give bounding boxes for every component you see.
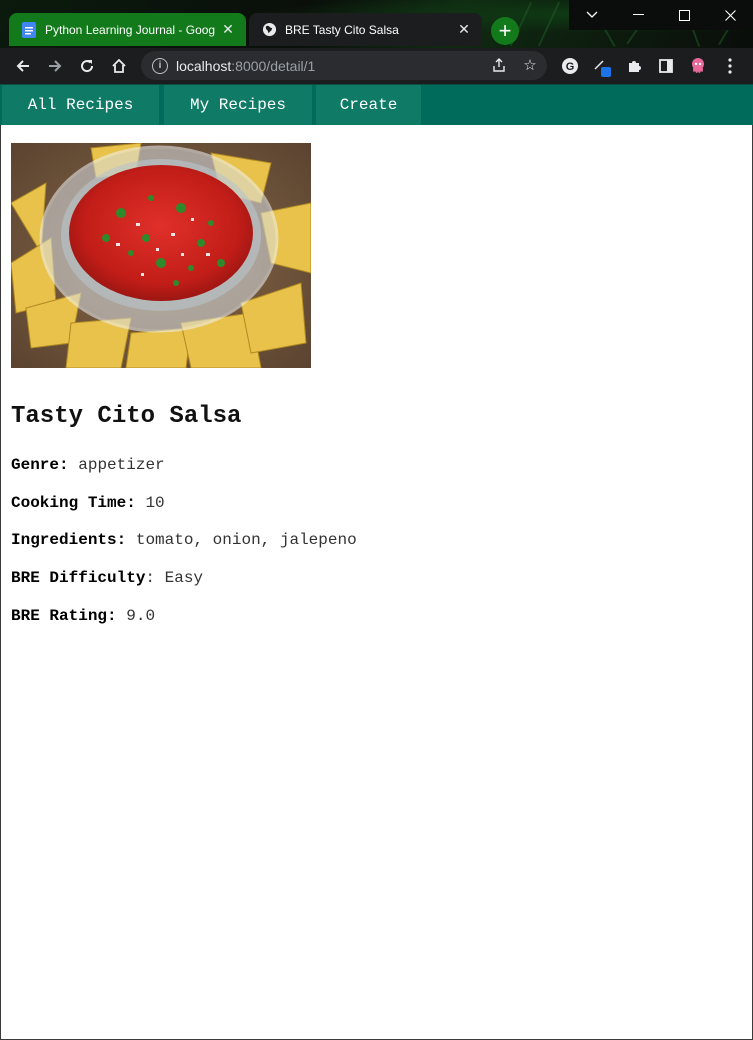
bookmark-star-icon[interactable]: ☆	[521, 57, 539, 75]
close-window-button[interactable]	[707, 0, 753, 30]
field-label: Ingredients	[11, 531, 117, 549]
field-value: tomato, onion, jalepeno	[135, 531, 357, 549]
share-icon[interactable]	[490, 57, 508, 75]
extensions-puzzle-icon[interactable]	[621, 53, 647, 79]
minimize-button[interactable]	[615, 0, 661, 30]
side-panel-icon[interactable]	[653, 53, 679, 79]
maximize-button[interactable]	[661, 0, 707, 30]
svg-text:G: G	[566, 61, 575, 73]
reload-icon[interactable]	[74, 53, 100, 79]
recipe-difficulty: BRE Difficulty: Easy	[11, 569, 204, 587]
recipe-genre: Genre: appetizer	[11, 456, 165, 474]
new-tab-button[interactable]: +	[491, 17, 519, 45]
forward-arrow-icon[interactable]	[42, 53, 68, 79]
nav-my-recipes[interactable]: My Recipes	[164, 85, 312, 125]
close-icon[interactable]: ✕	[220, 21, 236, 37]
browser-titlebar: Python Learning Journal - Googl ✕ BRE Ta…	[0, 0, 753, 48]
recipe-ingredients: Ingredients: tomato, onion, jalepeno	[11, 531, 357, 549]
field-label: Cooking Time	[11, 494, 127, 512]
grammarly-extension-icon[interactable]: G	[557, 53, 583, 79]
pen-extension-icon[interactable]	[589, 53, 615, 79]
recipe-rating: BRE Rating: 9.0	[11, 607, 156, 625]
nav-all-recipes[interactable]: All Recipes	[2, 85, 159, 125]
field-value: Easy	[164, 569, 204, 587]
tab-bre-tasty-cito-salsa[interactable]: BRE Tasty Cito Salsa ✕	[249, 13, 482, 46]
tab-search-icon[interactable]	[569, 0, 615, 30]
home-icon[interactable]	[106, 53, 132, 79]
more-menu-icon[interactable]	[717, 53, 743, 79]
tab-title: Python Learning Journal - Googl	[45, 22, 215, 37]
recipe-cooking-time: Cooking Time: 10	[11, 494, 165, 512]
url-path: :8000/detail/1	[231, 57, 316, 74]
field-value: appetizer	[78, 456, 165, 474]
info-icon[interactable]: i	[152, 57, 168, 74]
profile-avatar[interactable]	[685, 53, 711, 79]
field-label: BRE Difficulty	[11, 569, 146, 587]
url-host: localhost	[176, 57, 232, 74]
field-value: 9.0	[126, 607, 156, 625]
close-icon[interactable]: ✕	[456, 21, 472, 37]
back-arrow-icon[interactable]	[10, 53, 36, 79]
tab-title: BRE Tasty Cito Salsa	[285, 22, 399, 37]
field-value: 10	[145, 494, 165, 512]
nav-create[interactable]: Create	[316, 85, 421, 125]
field-label: Genre	[11, 456, 60, 474]
tab-python-learning-journal[interactable]: Python Learning Journal - Googl ✕	[9, 13, 246, 46]
app-navbar: All Recipes My Recipes Create	[0, 84, 753, 125]
browser-toolbar: i localhost:8000/detail/1 ☆ G	[0, 48, 753, 84]
globe-icon	[261, 22, 277, 38]
recipe-title: Tasty Cito Salsa	[11, 403, 242, 430]
address-bar[interactable]: i localhost:8000/detail/1 ☆	[141, 51, 547, 80]
google-docs-icon	[21, 21, 37, 38]
field-label: BRE Rating	[11, 607, 108, 625]
recipe-image	[11, 143, 311, 368]
recipe-detail: Tasty Cito Salsa Genre: appetizer Cookin…	[0, 125, 753, 1040]
